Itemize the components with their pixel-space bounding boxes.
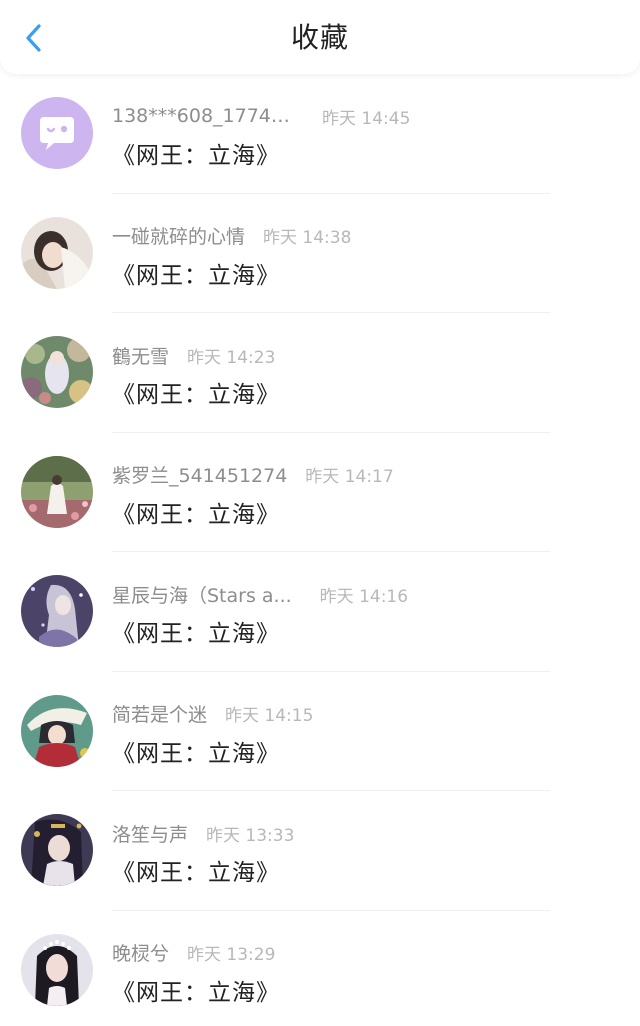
- list-item[interactable]: 星辰与海（Stars a... 昨天 14:16 《网王：立海》: [0, 552, 640, 672]
- avatar[interactable]: [21, 216, 93, 289]
- top-bar: 收藏: [0, 0, 640, 74]
- favorites-list: 138***608_17744... 昨天 14:45 《网王：立海》 一碰就碎…: [0, 74, 640, 1026]
- list-item[interactable]: 一碰就碎的心情 昨天 14:38 《网王：立海》: [0, 194, 640, 313]
- list-item[interactable]: 洛笙与声 昨天 13:33 《网王：立海》: [0, 791, 640, 911]
- list-item[interactable]: 紫罗兰_541451274 昨天 14:17 《网王：立海》: [0, 433, 640, 552]
- favorite-title: 《网王：立海》: [112, 860, 280, 886]
- avatar[interactable]: [21, 694, 93, 767]
- list-item[interactable]: 138***608_17744... 昨天 14:45 《网王：立海》: [0, 74, 640, 194]
- avatar[interactable]: [21, 933, 93, 1006]
- favorite-title: 《网王：立海》: [112, 262, 280, 289]
- list-item[interactable]: 鶴无雪 昨天 14:23 《网王：立海》: [0, 313, 640, 433]
- timestamp: 昨天 14:16: [319, 586, 409, 607]
- avatar[interactable]: [21, 336, 93, 408]
- avatar[interactable]: [21, 455, 93, 528]
- timestamp: 昨天 14:15: [225, 706, 314, 726]
- username[interactable]: 晚棂兮: [112, 939, 169, 966]
- item-meta: 紫罗兰_541451274 昨天 14:17: [112, 461, 394, 489]
- favorite-title: 《网王：立海》: [112, 740, 280, 767]
- page-title: 收藏: [290, 21, 349, 54]
- username[interactable]: 鶴无雪: [112, 342, 169, 369]
- favorite-title: 《网王：立海》: [112, 621, 280, 647]
- timestamp: 昨天 14:45: [322, 108, 411, 129]
- user-photo-avatar-icon: [21, 455, 93, 528]
- favorite-title: 《网王：立海》: [112, 143, 280, 169]
- user-photo-avatar-icon: [21, 336, 93, 408]
- user-photo-avatar-icon: [21, 575, 93, 647]
- item-meta: 晚棂兮 昨天 13:29: [112, 939, 275, 967]
- user-photo-avatar-icon: [21, 216, 93, 289]
- username[interactable]: 简若是个迷: [112, 700, 207, 727]
- item-meta: 星辰与海（Stars a... 昨天 14:16: [112, 580, 408, 608]
- timestamp: 昨天 14:38: [263, 228, 352, 248]
- username[interactable]: 紫罗兰_541451274: [112, 461, 287, 488]
- item-meta: 鶴无雪 昨天 14:23: [112, 341, 275, 369]
- favorites-screen: 收藏 138***608_17744... 昨天 14:45 《网王：立海》 一…: [0, 0, 640, 1026]
- list-item[interactable]: 晚棂兮 昨天 13:29 《网王：立海》: [0, 911, 640, 1026]
- default-chat-avatar-icon: [21, 97, 93, 169]
- timestamp: 昨天 13:33: [206, 825, 295, 846]
- favorite-title: 《网王：立海》: [112, 979, 280, 1006]
- item-meta: 138***608_17744... 昨天 14:45: [112, 102, 410, 130]
- username[interactable]: 洛笙与声: [112, 820, 188, 847]
- user-photo-avatar-icon: [21, 933, 93, 1006]
- timestamp: 昨天 13:29: [187, 945, 276, 965]
- user-photo-avatar-icon: [21, 814, 93, 886]
- favorite-title: 《网王：立海》: [112, 501, 280, 528]
- item-meta: 洛笙与声 昨天 13:33: [112, 819, 294, 847]
- user-photo-avatar-icon: [21, 694, 93, 767]
- list-item[interactable]: 简若是个迷 昨天 14:15 《网王：立海》: [0, 672, 640, 791]
- item-meta: 简若是个迷 昨天 14:15: [112, 700, 313, 728]
- username[interactable]: 一碰就碎的心情: [112, 222, 245, 249]
- timestamp: 昨天 14:17: [305, 467, 394, 487]
- avatar[interactable]: [21, 575, 93, 647]
- username[interactable]: 星辰与海（Stars a...: [112, 581, 292, 608]
- avatar[interactable]: [21, 814, 93, 886]
- timestamp: 昨天 14:23: [187, 347, 276, 368]
- item-meta: 一碰就碎的心情 昨天 14:38: [112, 222, 351, 250]
- username[interactable]: 138***608_17744...: [112, 105, 294, 127]
- avatar[interactable]: [21, 97, 93, 169]
- favorite-title: 《网王：立海》: [112, 382, 280, 408]
